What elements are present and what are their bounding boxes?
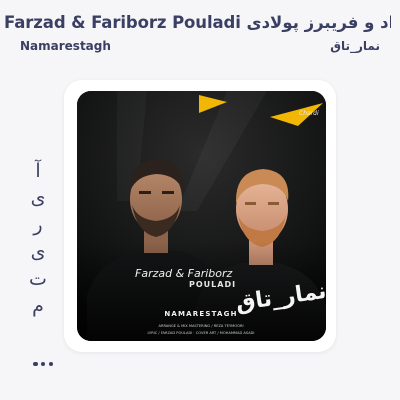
header: Farzad & Fariborz Pouladi فرزاد و فریبرز… [0,13,400,61]
cover-title-en: NAMARESTAGH [164,310,237,318]
cover-artists-script: Farzad & Fariborz [135,267,233,280]
cover-credits-line1: ARRANGE & MIX MASTERING / REZA TEYMOORI [159,324,244,328]
vertical-letter: ت [29,268,47,290]
artist-title: Farzad & Fariborz Pouladi فرزاد و فریبرز… [0,13,391,32]
track-title-en: Namarestagh [20,39,111,53]
track-title-fa: نمار_تاق [330,39,380,53]
cover-art[interactable]: Chardi Farzad & Fariborz POULADI نمار_تا… [77,91,326,341]
dot [40,361,46,367]
cover-signature: Chardi [299,110,319,117]
more-dots-icon[interactable] [33,358,53,370]
cover-artists-surname: POULADI [189,280,236,289]
page: Farzad & Fariborz Pouladi فرزاد و فریبرز… [0,0,400,400]
vertical-letter: ی [30,241,46,263]
cover-art-image: Chardi Farzad & Fariborz POULADI نمار_تا… [77,91,326,341]
cover-credits-line2: LYRIC / FARZAD POULADI · COVER ART / MOH… [147,331,254,335]
dot [33,361,38,367]
vertical-letter: ر [33,214,43,236]
vertical-letter: آ [35,160,41,182]
vertical-letter: ی [30,187,46,209]
vertical-letter: م [32,295,44,317]
artist-name-en: Farzad & Fariborz Pouladi [4,13,241,32]
artist-name-fa: فرزاد و فریبرز پولادی [246,13,391,32]
dot [48,361,53,367]
vertical-label: آ ی ر ی ت م [26,158,50,320]
